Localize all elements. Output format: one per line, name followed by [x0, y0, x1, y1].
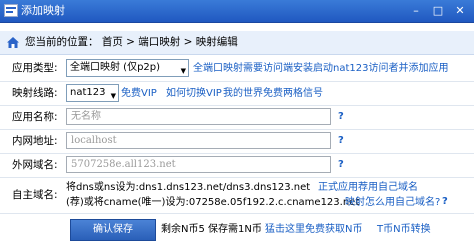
how-to-use-domain-link[interactable]: 映射怎么用自己域名? — [345, 196, 440, 210]
external-domain-input[interactable]: 5707258e.all123.net — [66, 156, 331, 173]
divider — [0, 177, 474, 178]
save-button[interactable]: 确认保存 — [70, 219, 156, 241]
app-type-label: 应用类型: — [12, 62, 58, 74]
app-name-label: 应用名称: — [12, 111, 58, 123]
mapping-line-value: nat123 — [70, 87, 106, 98]
divider — [0, 153, 474, 154]
home-icon — [7, 37, 19, 48]
minecraft-free-link[interactable]: 我的世界免费两格信号 — [223, 87, 323, 101]
internal-address-input[interactable]: localhost — [66, 132, 331, 149]
use-own-domain-link[interactable]: 正式应用荐用自己域名 — [318, 181, 418, 195]
mapping-line-label: 映射线路: — [12, 87, 58, 99]
help-icon[interactable]: ? — [338, 111, 344, 122]
app-name-input[interactable]: 无名称 — [66, 108, 331, 125]
close-button[interactable]: ✕ — [450, 3, 470, 18]
dns-prefix: 将dns或ns设为: — [66, 182, 139, 193]
dropdown-arrow-icon: ▼ — [180, 67, 186, 75]
divider — [0, 105, 474, 106]
help-icon[interactable]: ? — [442, 196, 448, 207]
external-domain-value: 5707258e.all123.net — [71, 159, 176, 170]
external-domain-label: 外网域名: — [12, 159, 58, 171]
divider — [0, 81, 474, 82]
breadcrumb-text: 您当前的位置： 首页 > 端口映射 > 映射编辑 — [25, 36, 238, 48]
app-window: 添加映射 – □ ✕ 您当前的位置： 首页 > 端口映射 > 映射编辑 应用类型… — [0, 0, 474, 252]
switch-vip-link[interactable]: 如何切换VIP — [166, 87, 222, 101]
dropdown-arrow-icon: ▼ — [110, 92, 116, 100]
app-type-value: 全端口映射 (仅p2p) — [70, 62, 161, 73]
cname-value: 07258e.05f192.2.c.cname123.net — [188, 197, 360, 208]
divider — [0, 129, 474, 130]
dns-instruction: 将dns或ns设为:dns1.dns123.net/dns3.dns123.ne… — [66, 181, 310, 195]
quota-text: 剩余N币5 保存需1N币 — [161, 224, 262, 235]
app-type-note: 全端口映射需要访问端安装启动nat123访问者并添加应用 — [193, 63, 449, 74]
free-ncoin-link[interactable]: 猛击这里免费获取N币 — [265, 223, 362, 237]
help-icon[interactable]: ? — [338, 159, 344, 170]
cname-instruction: (荐)或将cname(唯一)设为:07258e.05f192.2.c.cname… — [66, 196, 359, 210]
convert-coin-link[interactable]: T币N币转换 — [377, 223, 431, 237]
divider — [0, 213, 474, 214]
breadcrumb: 您当前的位置： 首页 > 端口映射 > 映射编辑 — [0, 31, 474, 55]
internal-address-value: localhost — [71, 135, 117, 146]
dns-value: dns1.dns123.net/dns3.dns123.net — [138, 182, 311, 193]
free-vip-link[interactable]: 免费VIP — [121, 87, 157, 101]
minimize-button[interactable]: – — [405, 3, 427, 18]
maximize-button[interactable]: □ — [429, 3, 447, 18]
custom-domain-label: 自主域名: — [12, 189, 58, 201]
app-type-select[interactable]: 全端口映射 (仅p2p) ▼ — [66, 59, 189, 77]
mapping-line-select[interactable]: nat123 ▼ — [66, 84, 119, 102]
app-name-placeholder: 无名称 — [71, 111, 101, 122]
cname-prefix: (荐)或将cname(唯一)设为: — [66, 197, 189, 208]
window-title: 添加映射 — [21, 4, 65, 17]
window-titlebar: 添加映射 – □ ✕ — [0, 0, 474, 23]
internal-address-label: 内网地址: — [12, 135, 58, 147]
help-icon[interactable]: ? — [338, 135, 344, 146]
app-icon — [4, 4, 18, 17]
